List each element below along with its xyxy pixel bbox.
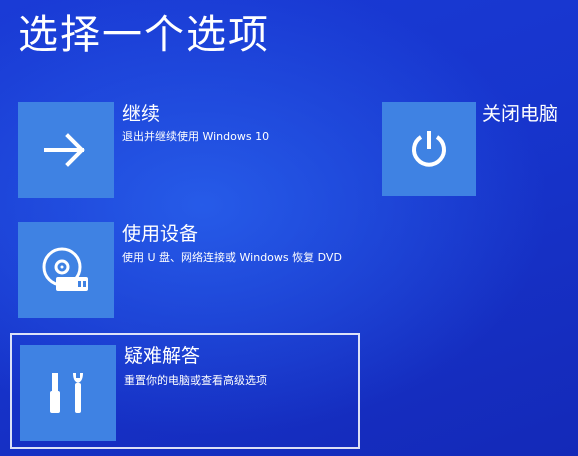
page-title: 选择一个选项 [18, 12, 270, 58]
use-device-option[interactable]: 使用设备 使用 U 盘、网络连接或 Windows 恢复 DVD [18, 222, 358, 318]
shutdown-option[interactable]: 关闭电脑 [382, 102, 572, 198]
arrow-right-icon [42, 132, 90, 168]
continue-label: 继续 [122, 103, 161, 125]
troubleshoot-tile[interactable] [20, 345, 116, 441]
troubleshoot-description: 重置你的电脑或查看高级选项 [124, 374, 267, 387]
shutdown-tile[interactable] [382, 102, 476, 196]
continue-description: 退出并继续使用 Windows 10 [122, 130, 270, 143]
troubleshoot-option[interactable]: 疑难解答 重置你的电脑或查看高级选项 [10, 333, 360, 449]
use-device-label: 使用设备 [122, 223, 199, 245]
troubleshoot-label: 疑难解答 [124, 345, 201, 367]
power-icon [406, 126, 452, 172]
continue-option[interactable]: 继续 退出并继续使用 Windows 10 [18, 102, 358, 198]
continue-tile[interactable] [18, 102, 114, 198]
shutdown-label: 关闭电脑 [482, 103, 559, 125]
use-device-tile[interactable] [18, 222, 114, 318]
tools-icon [42, 367, 94, 419]
disc-drive-icon [38, 245, 94, 295]
use-device-description: 使用 U 盘、网络连接或 Windows 恢复 DVD [122, 251, 342, 264]
